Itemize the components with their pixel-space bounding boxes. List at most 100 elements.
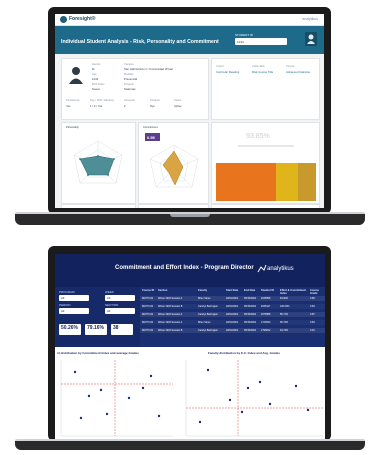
table-cell: 02/01/2019: [226, 297, 238, 300]
commitment-radar-chart: [149, 144, 199, 188]
column-header[interactable]: Course ID: [142, 289, 154, 292]
table-cell: 02/01/2019: [226, 305, 238, 308]
table-cell: 95.74%: [280, 321, 289, 324]
table-cell: MATH 101: [142, 329, 154, 332]
table-cell: Winter 2019 Session B: [158, 329, 183, 332]
profile-label: Birth Place: [92, 83, 105, 86]
student-id-select[interactable]: 1234: [235, 38, 287, 45]
radar-2-title: Commitment: [143, 126, 158, 129]
period-filter-label: PERIOD: [59, 303, 71, 307]
profile-label: Day / Shift / Ethnicity: [90, 99, 114, 102]
period-filter-value: All: [61, 309, 65, 313]
footer-strip: [211, 204, 320, 208]
column-header[interactable]: Course Grade: [310, 289, 324, 295]
student-id-label: STUDENT ID: [235, 33, 253, 37]
table-cell: 05/15/2019: [244, 313, 256, 316]
table-cell: 05/15/2019: [244, 321, 256, 324]
section-filter-value: All: [107, 309, 111, 313]
analytikus-logo-icon: [257, 264, 267, 273]
brand-text: analytikus: [267, 266, 294, 272]
personality-radar-chart: [73, 140, 123, 184]
table-cell: 1796812: [261, 329, 271, 332]
risk-percentage: 93.85%: [246, 133, 270, 140]
week-filter-value: All: [107, 296, 111, 300]
faculty-scatter-panel: Faculty distribution by E.C. Index and A…: [178, 350, 325, 439]
risk-summary-card: 93.85%: [211, 122, 320, 204]
scatter-2-title: Faculty distribution by E.C. Index and A…: [208, 351, 280, 355]
column-header[interactable]: Faculty: [198, 289, 207, 292]
profile-label: Program: [150, 99, 160, 102]
program-filter-select[interactable]: All: [59, 295, 89, 301]
table-cell: 05/15/2019: [244, 329, 256, 332]
heat-block-yellow: [276, 163, 298, 201]
profile-value: Nuevo: [92, 87, 101, 91]
laptop-1-notch: [170, 214, 210, 217]
profile-value: San Gabriel Edu 1 / Universidad Virtual: [124, 67, 173, 71]
profile-value: M: [92, 67, 95, 71]
table-cell: Carolyn Barrington: [198, 313, 218, 316]
table-cell: Winter 2019 Session A: [158, 321, 183, 324]
laptop-2-base: [15, 441, 365, 450]
table-cell: 2075588: [261, 313, 271, 316]
column-header[interactable]: Student ID: [261, 289, 274, 292]
table-cell: 100.00%: [280, 305, 290, 308]
column-header[interactable]: End Date: [244, 289, 255, 292]
kpi-value: 79.16%: [87, 325, 104, 331]
profile-label: Status: [174, 99, 182, 102]
commitment-kpi: 0.59: [145, 133, 160, 141]
period-filter-select[interactable]: All: [59, 308, 89, 314]
table-cell: MATH 101: [142, 313, 154, 316]
perf-value: Advanced Calculus: [286, 70, 310, 74]
table-cell: 0.86: [310, 297, 315, 300]
gauge-track: [238, 145, 294, 147]
personality-radar-card: Personality: [61, 122, 136, 204]
dashboard-header: Commitment and Effort Index - Program Di…: [55, 254, 325, 287]
table-cell: 02/01/2019: [226, 329, 238, 332]
table-cell: 05/15/2019: [244, 305, 256, 308]
user-icon: [305, 32, 317, 46]
perf-label: Course: [286, 65, 295, 68]
profile-value: Sistemas: [124, 87, 136, 91]
table-cell: 05/15/2019: [244, 297, 256, 300]
kpi-card: 79.16%: [85, 324, 107, 335]
program-filter-value: All: [61, 296, 65, 300]
column-header[interactable]: Start Date: [226, 289, 238, 292]
profile-value: Sys: [150, 104, 155, 108]
column-header[interactable]: Effort & Commitment Index: [280, 289, 308, 295]
kpi-card: 38: [111, 324, 133, 335]
table-cell: Carolyn Barrington: [198, 305, 218, 308]
table-cell: 2045558: [261, 297, 271, 300]
column-header[interactable]: Section: [158, 289, 167, 292]
section-filter-select[interactable]: All: [105, 308, 135, 314]
kpi-card: 50.26%: [59, 324, 81, 335]
table-cell: 02/01/2019: [226, 321, 238, 324]
table-cell: MATH 101: [142, 297, 154, 300]
scatter-1-title: nt distribution by Commitment Index and …: [57, 351, 139, 355]
profile-label: Semester: [124, 99, 136, 102]
profile-value: 1 / 2 / Yes: [90, 104, 103, 108]
profile-label: Campus: [124, 63, 134, 66]
table-cell: 0.87: [310, 313, 315, 316]
week-filter-select[interactable]: All: [105, 295, 135, 301]
profile-value: 1234: [92, 77, 99, 81]
student-avatar-icon: [69, 67, 83, 84]
page-header: Individual Student Analysis - Risk, Pers…: [55, 26, 324, 54]
footer-strip: [138, 204, 209, 208]
table-cell: 94.74%: [280, 329, 289, 332]
kpi-value: 38: [113, 325, 119, 331]
filter-panel: PROGRAM All WEEK All PERIOD All SECTION …: [55, 287, 140, 347]
faculty-scatter-chart: [185, 360, 323, 437]
brand-text: analytikus: [302, 17, 318, 21]
perf-label: Cohort: [216, 65, 224, 68]
table-cell: Winter 2019 Session B: [158, 305, 183, 308]
students-table: Course ID Section Faculty Start Date End…: [140, 287, 325, 347]
table-cell: Winter 2019 Session A: [158, 297, 183, 300]
student-id-value: 1234: [237, 39, 244, 44]
table-cell: MATH 101: [142, 305, 154, 308]
table-cell: 02/01/2019: [226, 313, 238, 316]
heat-block-gold: [298, 163, 316, 201]
page-title: Individual Student Analysis - Risk, Pers…: [61, 39, 219, 45]
profile-label: Persistence: [66, 99, 80, 102]
student-profile-card: Gender M Age 1234 Birth Place Nuevo Camp…: [61, 58, 209, 120]
profile-label: Program: [124, 83, 134, 86]
